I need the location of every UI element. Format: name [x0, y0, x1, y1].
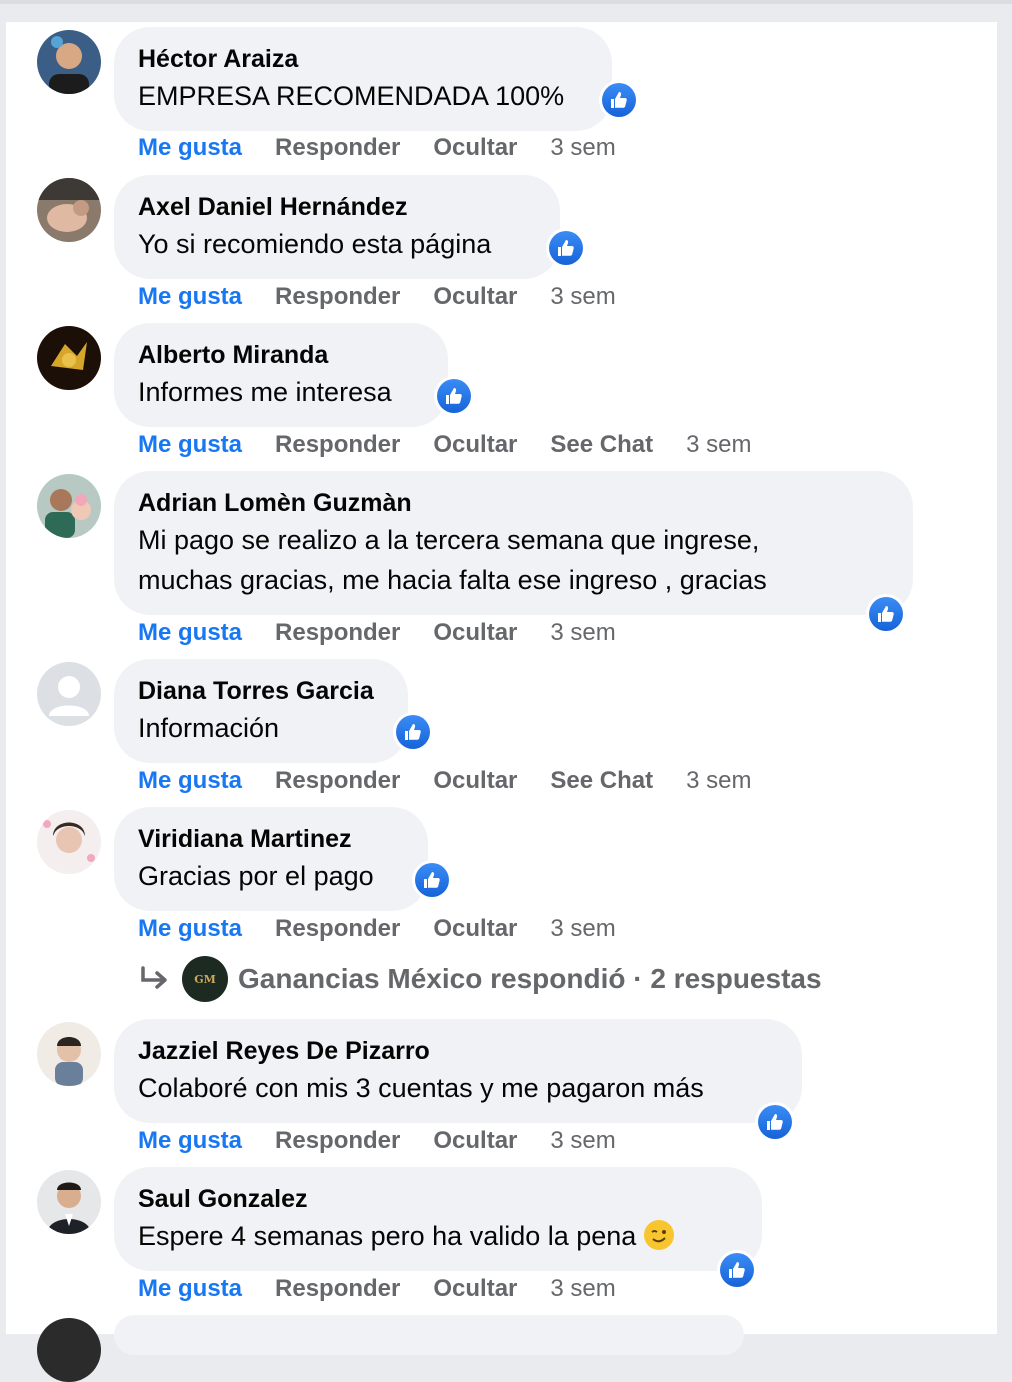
window-top-strip [0, 0, 1012, 4]
comment-timestamp[interactable]: 3 sem [550, 914, 615, 944]
comment-timestamp[interactable]: 3 sem [550, 133, 615, 163]
reply-button[interactable]: Responder [275, 914, 400, 944]
avatar[interactable] [37, 474, 101, 538]
view-replies-link[interactable]: GM Ganancias México respondió · 2 respue… [138, 956, 822, 1002]
comment-author[interactable]: Viridiana Martinez [138, 822, 404, 856]
comment-actions: Me gusta Responder Ocultar 3 sem [138, 282, 616, 312]
comment-actions: Me gusta Responder Ocultar 3 sem [138, 618, 616, 648]
like-button[interactable]: Me gusta [138, 914, 242, 944]
reply-button[interactable]: Responder [275, 1126, 400, 1156]
like-reaction-icon[interactable] [434, 376, 474, 416]
comment-actions: Me gusta Responder Ocultar See Chat 3 se… [138, 430, 751, 460]
comment-author[interactable]: Jazziel Reyes De Pizarro [138, 1034, 778, 1068]
hide-button[interactable]: Ocultar [433, 1126, 517, 1156]
comment-author[interactable]: Diana Torres Garcia [138, 674, 384, 708]
comment-actions: Me gusta Responder Ocultar 3 sem [138, 133, 616, 163]
comment-bubble: Héctor Araiza EMPRESA RECOMENDADA 100% [114, 27, 612, 131]
avatar[interactable] [37, 326, 101, 390]
comment-bubble [114, 1315, 744, 1355]
comments-panel: Héctor Araiza EMPRESA RECOMENDADA 100% M… [6, 22, 997, 1382]
comment-author[interactable]: Alberto Miranda [138, 338, 424, 372]
avatar[interactable] [37, 1022, 101, 1086]
page-avatar: GM [182, 956, 228, 1002]
see-chat-button[interactable]: See Chat [550, 766, 653, 796]
like-button[interactable]: Me gusta [138, 430, 242, 460]
avatar[interactable] [37, 810, 101, 874]
reply-button[interactable]: Responder [275, 618, 400, 648]
hide-button[interactable]: Ocultar [433, 766, 517, 796]
comment-bubble: Jazziel Reyes De Pizarro Colaboré con mi… [114, 1019, 802, 1123]
comment-author[interactable]: Axel Daniel Hernández [138, 190, 536, 224]
comment-text-line-2: muchas gracias, me hacia falta ese ingre… [138, 565, 767, 595]
comment-bubble: Diana Torres Garcia Información [114, 659, 408, 763]
avatar[interactable] [37, 30, 101, 94]
like-reaction-icon[interactable] [866, 594, 906, 634]
comment-timestamp[interactable]: 3 sem [550, 618, 615, 648]
reply-button[interactable]: Responder [275, 766, 400, 796]
hide-button[interactable]: Ocultar [433, 430, 517, 460]
hide-button[interactable]: Ocultar [433, 914, 517, 944]
comment-author[interactable]: Héctor Araiza [138, 42, 588, 76]
like-button[interactable]: Me gusta [138, 1274, 242, 1304]
like-button[interactable]: Me gusta [138, 766, 242, 796]
comment-text-content: Espere 4 semanas pero ha valido la pena [138, 1221, 637, 1251]
comment-text: Yo si recomiendo esta página [138, 229, 492, 259]
reply-button[interactable]: Responder [275, 133, 400, 163]
comment-text: Gracias por el pago [138, 861, 374, 891]
comment-text: Espere 4 semanas pero ha valido la pena [138, 1216, 738, 1256]
comment-actions: Me gusta Responder Ocultar 3 sem [138, 914, 616, 944]
comment-author[interactable]: Saul Gonzalez [138, 1182, 738, 1216]
comment-text: Colaboré con mis 3 cuentas y me pagaron … [138, 1073, 704, 1103]
comment-timestamp[interactable]: 3 sem [686, 766, 751, 796]
comment-timestamp[interactable]: 3 sem [550, 282, 615, 312]
reply-button[interactable]: Responder [275, 282, 400, 312]
like-button[interactable]: Me gusta [138, 133, 242, 163]
avatar[interactable] [37, 662, 101, 726]
comment-timestamp[interactable]: 3 sem [550, 1126, 615, 1156]
comment-actions: Me gusta Responder Ocultar 3 sem [138, 1126, 616, 1156]
avatar[interactable] [37, 1170, 101, 1234]
comment-text: Información [138, 713, 280, 743]
hide-button[interactable]: Ocultar [433, 618, 517, 648]
avatar[interactable] [37, 178, 101, 242]
like-reaction-icon[interactable] [717, 1250, 757, 1290]
hide-button[interactable]: Ocultar [433, 1274, 517, 1304]
like-reaction-icon[interactable] [599, 80, 639, 120]
like-reaction-icon[interactable] [412, 860, 452, 900]
comment-actions: Me gusta Responder Ocultar 3 sem [138, 1274, 616, 1304]
like-button[interactable]: Me gusta [138, 1126, 242, 1156]
hide-button[interactable]: Ocultar [433, 133, 517, 163]
comment-bubble: Saul Gonzalez Espere 4 semanas pero ha v… [114, 1167, 762, 1271]
like-reaction-icon[interactable] [393, 712, 433, 752]
avatar[interactable] [37, 1318, 101, 1382]
comment-author[interactable]: Adrian Lomèn Guzmàn [138, 486, 889, 520]
like-button[interactable]: Me gusta [138, 618, 242, 648]
like-button[interactable]: Me gusta [138, 282, 242, 312]
reply-arrow-icon [141, 966, 167, 989]
reply-button[interactable]: Responder [275, 1274, 400, 1304]
reply-button[interactable]: Responder [275, 430, 400, 460]
winking-face-emoji-icon [644, 1220, 675, 1250]
comment-text-line-1: Mi pago se realizo a la tercera semana q… [138, 525, 760, 555]
hide-button[interactable]: Ocultar [433, 282, 517, 312]
see-chat-button[interactable]: See Chat [550, 430, 653, 460]
comment-text: Informes me interesa [138, 377, 392, 407]
comment-timestamp[interactable]: 3 sem [686, 430, 751, 460]
comment-timestamp[interactable]: 3 sem [550, 1274, 615, 1304]
comment-bubble: Axel Daniel Hernández Yo si recomiendo e… [114, 175, 560, 279]
like-reaction-icon[interactable] [755, 1102, 795, 1142]
like-reaction-icon[interactable] [546, 228, 586, 268]
comment-bubble: Adrian Lomèn Guzmàn Mi pago se realizo a… [114, 471, 913, 615]
comment-bubble: Alberto Miranda Informes me interesa [114, 323, 448, 427]
comment-actions: Me gusta Responder Ocultar See Chat 3 se… [138, 766, 751, 796]
reply-summary-text[interactable]: Ganancias México respondió · 2 respuesta… [238, 963, 822, 995]
comment-bubble: Viridiana Martinez Gracias por el pago [114, 807, 428, 911]
comment-text: EMPRESA RECOMENDADA 100% [138, 81, 565, 111]
